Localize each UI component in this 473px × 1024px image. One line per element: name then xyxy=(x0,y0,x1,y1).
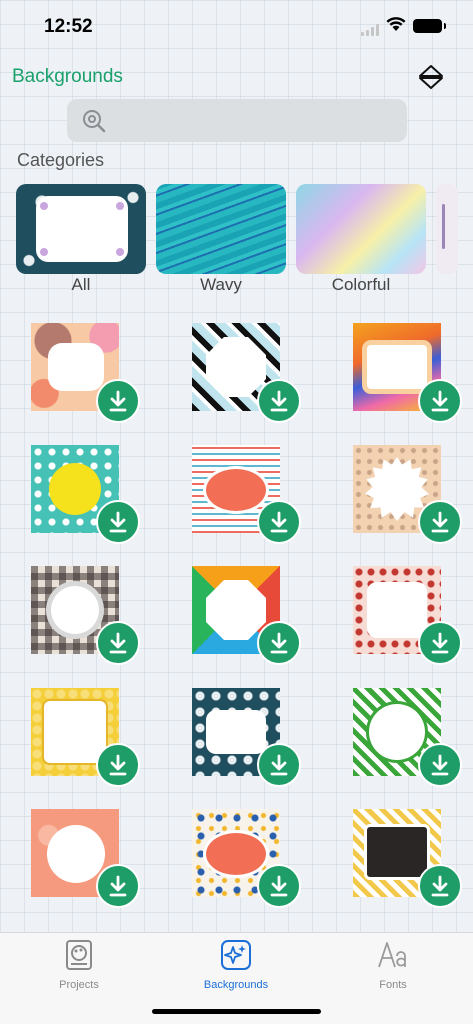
search-bar[interactable] xyxy=(67,99,407,142)
download-button[interactable] xyxy=(96,864,140,908)
sort-button[interactable] xyxy=(416,62,446,92)
download-button[interactable] xyxy=(96,379,140,423)
tab-projects[interactable]: Projects xyxy=(24,939,134,991)
download-icon xyxy=(109,754,127,776)
category-label-wavy: Wavy xyxy=(200,275,242,294)
search-icon xyxy=(81,108,107,139)
font-icon xyxy=(378,942,406,968)
download-icon xyxy=(109,511,127,533)
category-label-all: All xyxy=(71,275,91,294)
cellular-signal-icon xyxy=(361,24,379,36)
category-label-colorful: Colorful xyxy=(331,275,391,294)
tab-label-projects: Projects xyxy=(59,979,99,991)
search-input[interactable] xyxy=(113,99,393,142)
download-icon xyxy=(431,390,449,412)
download-icon xyxy=(270,511,288,533)
download-icon xyxy=(270,632,288,654)
page-title: Backgrounds xyxy=(12,66,123,87)
download-icon xyxy=(109,632,127,654)
download-button[interactable] xyxy=(418,379,462,423)
category-card-partial[interactable] xyxy=(436,184,458,274)
battery-icon xyxy=(413,19,446,33)
wifi-icon xyxy=(386,16,406,37)
download-button[interactable] xyxy=(96,621,140,665)
download-icon xyxy=(270,390,288,412)
categories-heading: Categories xyxy=(17,150,105,170)
download-button[interactable] xyxy=(257,743,301,787)
tab-label-backgrounds: Backgrounds xyxy=(203,979,269,991)
download-button[interactable] xyxy=(96,500,140,544)
download-button[interactable] xyxy=(257,379,301,423)
status-time: 12:52 xyxy=(44,16,93,37)
download-icon xyxy=(270,754,288,776)
download-icon xyxy=(109,390,127,412)
download-icon xyxy=(109,875,127,897)
download-button[interactable] xyxy=(96,743,140,787)
home-indicator xyxy=(152,1009,321,1014)
category-card-colorful[interactable] xyxy=(296,184,426,274)
palette-icon xyxy=(66,940,92,970)
download-button[interactable] xyxy=(418,864,462,908)
download-button[interactable] xyxy=(418,621,462,665)
category-card-all[interactable] xyxy=(16,184,146,274)
tab-backgrounds[interactable]: Backgrounds xyxy=(181,939,291,991)
download-button[interactable] xyxy=(257,864,301,908)
download-icon xyxy=(431,754,449,776)
download-icon xyxy=(431,511,449,533)
download-icon xyxy=(431,875,449,897)
status-bar: 12:52 xyxy=(0,0,473,54)
download-button[interactable] xyxy=(257,621,301,665)
category-card-wavy[interactable] xyxy=(156,184,286,274)
tab-fonts[interactable]: Fonts xyxy=(338,939,448,991)
download-button[interactable] xyxy=(418,500,462,544)
sparkles-icon xyxy=(221,940,251,970)
tab-label-fonts: Fonts xyxy=(379,979,407,991)
category-thumbnail-frame xyxy=(36,196,128,262)
download-icon xyxy=(270,875,288,897)
download-button[interactable] xyxy=(257,500,301,544)
download-icon xyxy=(431,632,449,654)
sort-icon xyxy=(419,65,443,89)
download-button[interactable] xyxy=(418,743,462,787)
